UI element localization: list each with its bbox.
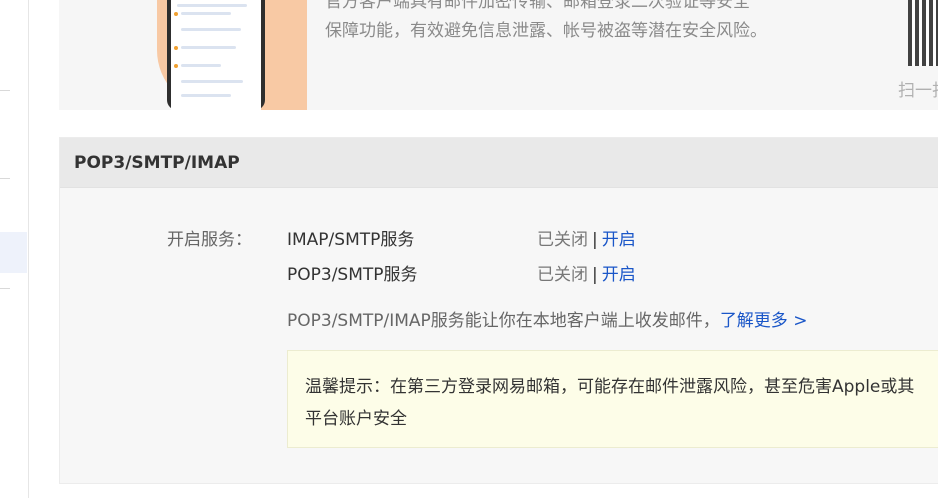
tip-line-2: 平台账户安全 [305, 409, 407, 429]
sidebar-divider [0, 178, 10, 179]
warning-tip-box: 温馨提示：在第三方登录网易邮箱，可能存在邮件泄露风险，甚至危害Apple或其 平… [287, 350, 938, 448]
promo-text: 官方客户端具有邮件加密传输、邮箱登录二次验证等安全 保障功能，有效避免信息泄露、… [325, 0, 767, 46]
phone-illustration [167, 0, 265, 110]
imap-enable-link[interactable]: 开启 [602, 230, 636, 250]
status-separator: | [592, 230, 598, 250]
description-text: POP3/SMTP/IMAP服务能让你在本地客户端上收发邮件， [287, 311, 720, 331]
service-label: 开启服务： [167, 230, 252, 250]
sidebar-item-active[interactable] [0, 232, 27, 273]
pop3-smtp-imap-section: POP3/SMTP/IMAP 开启服务： IMAP/SMTP服务 已关闭 | 开启 … [59, 137, 938, 484]
pop3-service-status: 已关闭 | 开启 [537, 260, 636, 285]
phone-screen [171, 0, 261, 110]
sidebar-divider [0, 288, 10, 289]
imap-status-text: 已关闭 [537, 230, 588, 250]
sidebar-divider [0, 90, 10, 91]
promo-line-1: 官方客户端具有邮件加密传输、邮箱登录二次验证等安全 [325, 0, 750, 12]
client-promo-banner: 官方客户端具有邮件加密传输、邮箱登录二次验证等安全 保障功能，有效避免信息泄露、… [59, 0, 938, 110]
tip-line-1: 温馨提示：在第三方登录网易邮箱，可能存在邮件泄露风险，甚至危害Apple或其 [305, 377, 915, 397]
qr-label: 扫一扫 [898, 81, 938, 101]
imap-service-status: 已关闭 | 开启 [537, 225, 636, 250]
pop3-service-name: POP3/SMTP服务 [287, 265, 418, 285]
left-sidebar [0, 0, 29, 498]
promo-line-2: 保障功能，有效避免信息泄露、帐号被盗等潜在安全风险。 [325, 21, 767, 41]
imap-service-name: IMAP/SMTP服务 [287, 230, 415, 250]
section-title: POP3/SMTP/IMAP [60, 138, 938, 188]
qr-code-icon [908, 0, 938, 66]
learn-more-link[interactable]: 了解更多 > [720, 311, 808, 331]
pop3-status-text: 已关闭 [537, 265, 588, 285]
service-description: POP3/SMTP/IMAP服务能让你在本地客户端上收发邮件，了解更多 > [287, 306, 807, 331]
status-separator: | [592, 265, 598, 285]
pop3-enable-link[interactable]: 开启 [602, 265, 636, 285]
